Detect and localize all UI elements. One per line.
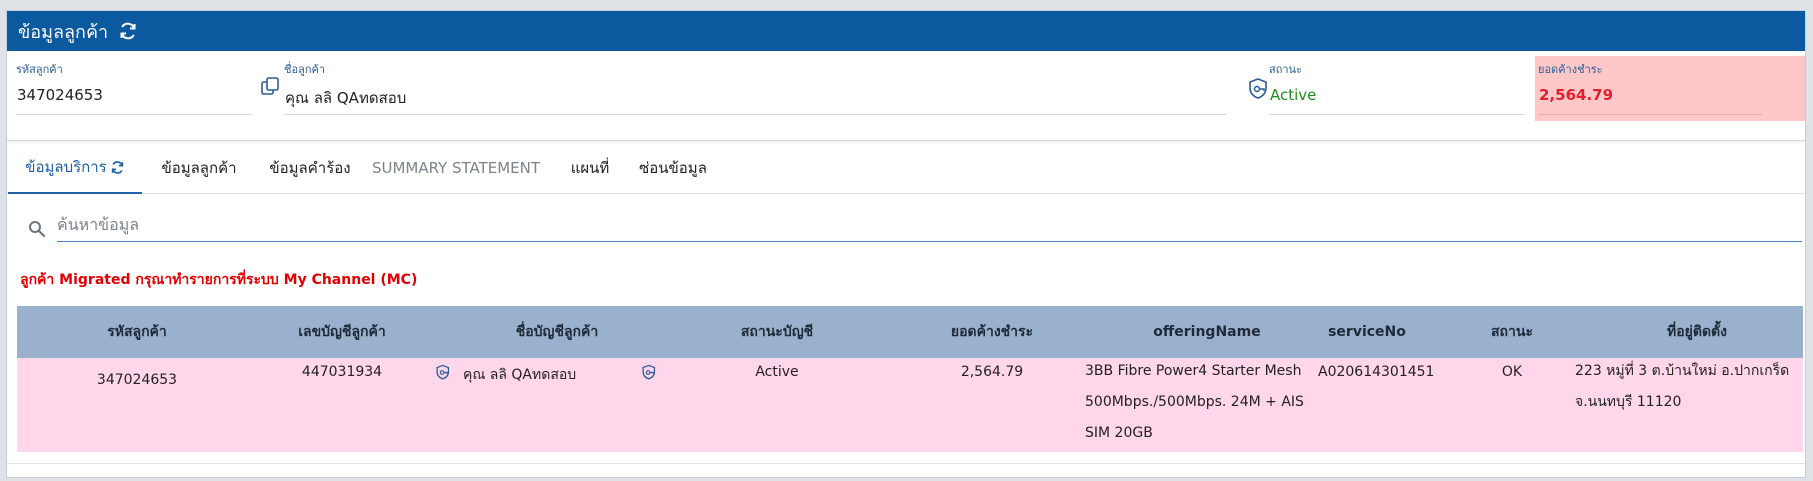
cell-balance: 2,564.79 bbox=[960, 364, 1024, 380]
column-header[interactable]: เลขบัญชีลูกค้า bbox=[257, 306, 427, 358]
status-label: สถานะ bbox=[1269, 63, 1302, 76]
status-value: Active bbox=[1270, 86, 1317, 104]
copy-icon[interactable] bbox=[259, 75, 281, 101]
tab-service-info[interactable]: ข้อมูลบริการ bbox=[8, 142, 142, 194]
cell-account-status: Active bbox=[755, 364, 799, 380]
divider bbox=[16, 114, 252, 115]
customer-name-value: คุณ ลลิ QAทดสอบ bbox=[285, 89, 407, 107]
tab-bar: ข้อมูลบริการ ข้อมูลลูกค้า ข้อมูลคำร้อง S… bbox=[7, 142, 1805, 194]
column-header[interactable]: ที่อยู่ติดตั้ง bbox=[1597, 306, 1797, 358]
column-header[interactable]: offeringName bbox=[1132, 306, 1282, 358]
cell-status: OK bbox=[1501, 364, 1523, 380]
cell-service-no: A020614301451 bbox=[1318, 364, 1435, 380]
refresh-icon[interactable] bbox=[118, 21, 138, 41]
divider bbox=[1538, 114, 1762, 115]
customer-name-label: ชื่อลูกค้า bbox=[284, 63, 326, 76]
balance-highlight: ยอดค้างชำระ 2,564.79 bbox=[1535, 56, 1805, 121]
divider bbox=[284, 114, 1226, 115]
column-header[interactable]: สถานะ bbox=[1477, 306, 1547, 358]
refresh-icon[interactable] bbox=[110, 160, 125, 175]
page-title: ข้อมูลลูกค้า bbox=[18, 21, 109, 43]
tab-customer-info[interactable]: ข้อมูลลูกค้า bbox=[148, 142, 250, 194]
customer-code-value: 347024653 bbox=[17, 86, 103, 104]
shield-key-icon[interactable] bbox=[435, 364, 452, 385]
divider bbox=[1269, 114, 1525, 115]
column-header[interactable]: ยอดค้างชำระ bbox=[912, 306, 1072, 358]
customer-summary: รหัสลูกค้า 347024653 ชื่อลูกค้า คุณ ลลิ … bbox=[7, 51, 1805, 141]
cell-account-no: 447031934 bbox=[301, 364, 383, 380]
service-table: รหัสลูกค้า เลขบัญชีลูกค้า ชื่อบัญชีลูกค้… bbox=[17, 306, 1803, 455]
column-header[interactable]: สถานะบัญชี bbox=[702, 306, 852, 358]
tab-hide-info[interactable]: ซ่อนข้อมูล bbox=[626, 142, 720, 194]
search-icon bbox=[28, 220, 46, 242]
cell-install-address: 223 หมู่ที่ 3 ต.บ้านใหม่ อ.ปากเกร็ด จ.นน… bbox=[1575, 363, 1790, 410]
column-header[interactable]: รหัสลูกค้า bbox=[62, 306, 212, 358]
cell-offering-name: 3BB Fibre Power4 Starter Mesh 500Mbps./5… bbox=[1085, 363, 1304, 441]
tab-summary-statement[interactable]: SUMMARY STATEMENT bbox=[367, 142, 545, 194]
shield-key-icon[interactable] bbox=[1247, 77, 1271, 105]
divider bbox=[7, 463, 1805, 464]
cell-account-name: คุณ ลลิ QAทดสอบ bbox=[463, 367, 577, 383]
tab-request-info[interactable]: ข้อมูลคำร้อง bbox=[256, 142, 364, 194]
shield-key-icon[interactable] bbox=[641, 364, 658, 385]
cell-customer-code: 347024653 bbox=[96, 372, 178, 388]
table-header: รหัสลูกค้า เลขบัญชีลูกค้า ชื่อบัญชีลูกค้… bbox=[17, 306, 1803, 358]
customer-code-label: รหัสลูกค้า bbox=[16, 63, 63, 76]
panel-header: ข้อมูลลูกค้า bbox=[7, 11, 1805, 51]
customer-panel: ข้อมูลลูกค้า รหัสลูกค้า 347024653 ชื่อลู… bbox=[6, 10, 1806, 478]
table-row[interactable]: 347024653 447031934 คุณ ลลิ QAทดสอบ Acti… bbox=[17, 358, 1803, 452]
column-header[interactable]: serviceNo bbox=[1307, 306, 1427, 358]
balance-value: 2,564.79 bbox=[1539, 86, 1614, 104]
column-header[interactable]: ชื่อบัญชีลูกค้า bbox=[457, 306, 657, 358]
search-input[interactable] bbox=[57, 208, 1802, 242]
balance-label: ยอดค้างชำระ bbox=[1538, 63, 1603, 76]
search-bar bbox=[20, 208, 1802, 244]
migration-notice: ลูกค้า Migrated กรุณาทำรายการที่ระบบ My … bbox=[20, 272, 418, 288]
tab-map[interactable]: แผนที่ bbox=[563, 142, 617, 194]
